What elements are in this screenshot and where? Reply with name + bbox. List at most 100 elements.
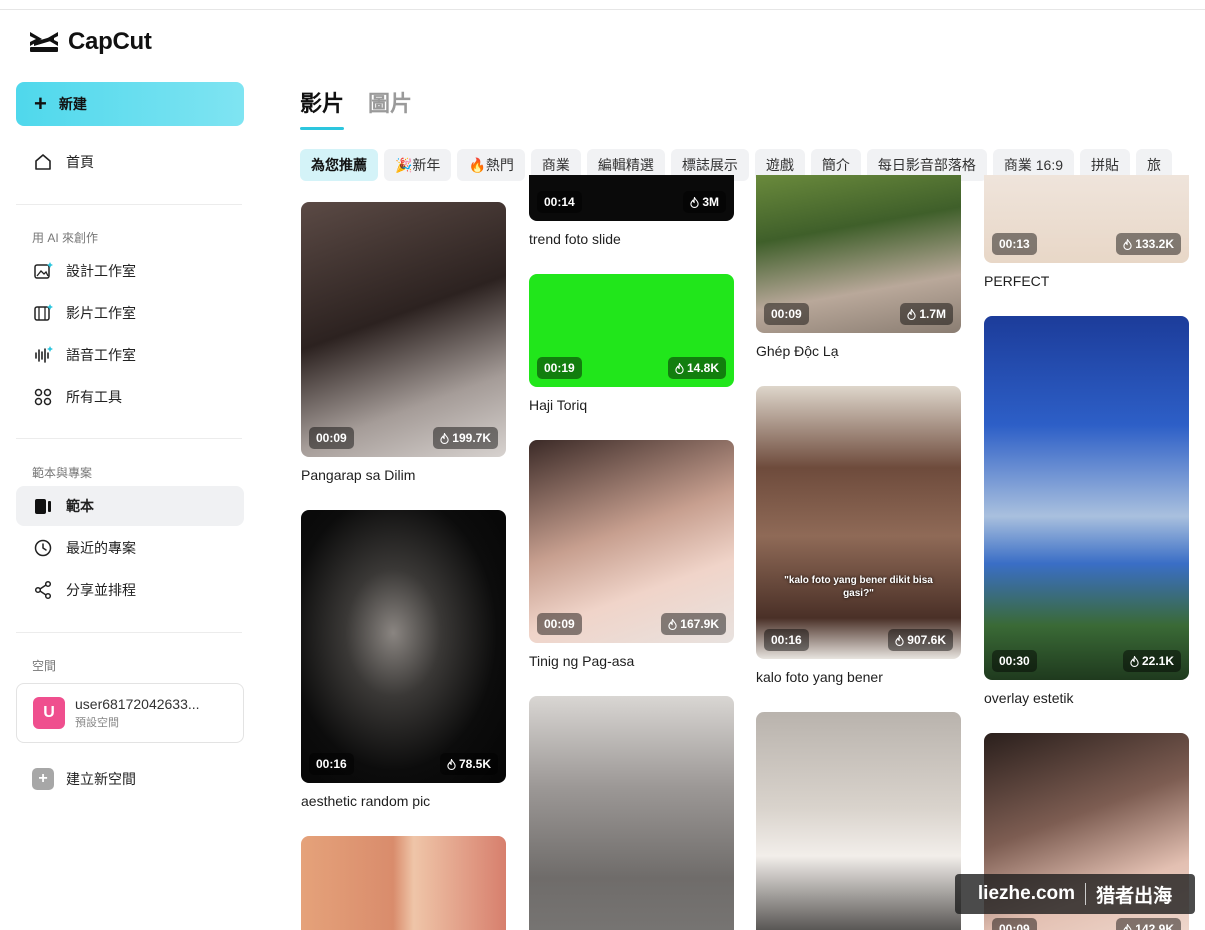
capcut-logo[interactable]: CapCut xyxy=(28,28,152,56)
duration-badge: 00:09 xyxy=(992,918,1037,930)
sidebar-item-label: 分享並排程 xyxy=(66,582,136,598)
section-label-space: 空間 xyxy=(32,659,57,673)
popularity-count: 78.5K xyxy=(458,757,491,771)
duration-badge: 00:14 xyxy=(537,191,582,213)
sidebar-item-label: 最近的專案 xyxy=(66,540,136,556)
logo-text: CapCut xyxy=(68,28,152,55)
popularity-count: 199.7K xyxy=(452,431,491,445)
capcut-logo-icon xyxy=(30,32,58,52)
popularity-count: 907.6K xyxy=(907,633,946,647)
duration-badge: 00:09 xyxy=(309,427,354,449)
template-thumbnail[interactable] xyxy=(756,712,961,930)
template-thumbnail[interactable]: 00:09 1.7M xyxy=(756,175,961,333)
template-thumbnail[interactable]: 00:30 22.1K xyxy=(984,316,1189,680)
sidebar-item-create-space[interactable]: + 建立新空間 xyxy=(16,759,244,799)
image-sparkle-icon xyxy=(32,260,54,282)
template-card[interactable]: "kalo foto yang bener dikit bisa gasi?" 0… xyxy=(756,386,961,685)
template-thumbnail[interactable]: 00:09 199.7K xyxy=(301,202,506,457)
sidebar-item-share-schedule[interactable]: 分享並排程 xyxy=(16,570,244,610)
template-card[interactable]: 00:09 1.7M Ghép Độc Lạ xyxy=(756,175,961,359)
template-card[interactable]: 00:16 78.5K aesthetic random pic xyxy=(301,510,506,809)
template-thumbnail[interactable]: 00:14 3M xyxy=(529,175,734,221)
popularity-badge: 142.9K xyxy=(1116,918,1181,930)
flame-icon xyxy=(1123,238,1132,250)
template-card[interactable]: 00:09 199.7K Pangarap sa Dilim xyxy=(301,202,506,483)
top-border xyxy=(0,0,1205,10)
template-card[interactable] xyxy=(301,836,506,930)
sidebar-item-audio-studio[interactable]: 語音工作室 xyxy=(16,335,244,375)
template-thumbnail[interactable] xyxy=(301,836,506,930)
template-thumbnail[interactable] xyxy=(529,696,734,930)
template-thumbnail[interactable]: 00:13 133.2K xyxy=(984,175,1189,263)
template-card[interactable]: 00:30 22.1K overlay estetik xyxy=(984,316,1189,706)
flame-icon xyxy=(447,758,456,770)
template-thumbnail[interactable]: 00:09 167.9K xyxy=(529,440,734,643)
share-icon xyxy=(32,579,54,601)
sidebar-item-recent-projects[interactable]: 最近的專案 xyxy=(16,528,244,568)
popularity-count: 3M xyxy=(702,195,719,209)
divider xyxy=(16,632,242,633)
template-title[interactable]: Pangarap sa Dilim xyxy=(301,467,506,483)
watermark-right: 猎者出海 xyxy=(1096,885,1173,907)
sidebar-item-home[interactable]: 首頁 xyxy=(16,142,244,182)
template-card[interactable]: 00:13 133.2K PERFECT xyxy=(984,175,1189,289)
category-chip[interactable]: 為您推薦 xyxy=(300,149,378,181)
sidebar: CapCut + 新建 首頁 用 AI 來創作 設計工作室 影片工作室 語音工作… xyxy=(0,10,260,930)
template-card[interactable]: 00:19 14.8K Haji Toriq xyxy=(529,274,734,413)
sidebar-item-label: 設計工作室 xyxy=(66,263,136,279)
tab-image[interactable]: 圖片 xyxy=(368,86,412,130)
popularity-count: 1.7M xyxy=(919,307,946,321)
new-button[interactable]: + 新建 xyxy=(16,82,244,126)
template-title[interactable]: Tinig ng Pag-asa xyxy=(529,653,734,669)
template-title[interactable]: overlay estetik xyxy=(984,690,1189,706)
flame-icon xyxy=(1123,923,1132,930)
new-button-label: 新建 xyxy=(58,96,87,112)
popularity-badge: 3M xyxy=(683,191,726,213)
sidebar-item-video-studio[interactable]: 影片工作室 xyxy=(16,293,244,333)
sidebar-item-templates[interactable]: 範本 xyxy=(16,486,244,526)
template-card[interactable] xyxy=(529,696,734,930)
film-sparkle-icon xyxy=(32,302,54,324)
sidebar-item-label: 建立新空間 xyxy=(66,771,136,787)
divider xyxy=(16,204,242,205)
popularity-badge: 14.8K xyxy=(667,357,726,379)
popularity-count: 167.9K xyxy=(680,617,719,631)
section-label-ai: 用 AI 來創作 xyxy=(32,231,99,245)
template-title[interactable]: Ghép Độc Lạ xyxy=(756,343,961,359)
category-chip[interactable]: 🔥熱門 xyxy=(457,149,525,181)
plus-icon: + xyxy=(34,91,47,116)
space-card[interactable]: U user68172042633... 預設空間 xyxy=(16,683,244,743)
sidebar-item-label: 影片工作室 xyxy=(66,305,136,321)
flame-icon xyxy=(668,618,677,630)
category-chip[interactable]: 🎉新年 xyxy=(384,149,452,181)
popularity-badge: 199.7K xyxy=(433,427,498,449)
sidebar-item-label: 語音工作室 xyxy=(66,347,136,363)
flame-icon xyxy=(675,362,684,374)
template-thumbnail[interactable]: 00:19 14.8K xyxy=(529,274,734,387)
template-title[interactable]: aesthetic random pic xyxy=(301,793,506,809)
popularity-count: 14.8K xyxy=(686,361,719,375)
template-title[interactable]: Haji Toriq xyxy=(529,397,734,413)
sidebar-item-design-studio[interactable]: 設計工作室 xyxy=(16,251,244,291)
popularity-badge: 78.5K xyxy=(439,753,498,775)
media-type-tabs: 影片 圖片 xyxy=(300,86,412,130)
template-thumbnail[interactable]: "kalo foto yang bener dikit bisa gasi?" 0… xyxy=(756,386,961,659)
template-card[interactable] xyxy=(756,712,961,930)
sidebar-item-all-tools[interactable]: 所有工具 xyxy=(16,377,244,417)
template-thumbnail[interactable]: 00:16 78.5K xyxy=(301,510,506,783)
popularity-badge: 167.9K xyxy=(661,613,726,635)
space-subtitle: 預設空間 xyxy=(75,717,119,729)
template-title[interactable]: trend foto slide xyxy=(529,231,734,247)
template-card[interactable]: 00:14 3M trend foto slide xyxy=(529,175,734,247)
popularity-count: 133.2K xyxy=(1135,237,1174,251)
template-card[interactable]: 00:09 167.9K Tinig ng Pag-asa xyxy=(529,440,734,669)
watermark: liezhe.com 猎者出海 xyxy=(955,874,1195,914)
avatar: U xyxy=(33,697,65,729)
tab-video[interactable]: 影片 xyxy=(300,86,345,130)
template-title[interactable]: PERFECT xyxy=(984,273,1189,289)
duration-badge: 00:09 xyxy=(764,303,809,325)
duration-badge: 00:13 xyxy=(992,233,1037,255)
watermark-separator xyxy=(1085,883,1087,905)
template-title[interactable]: kalo foto yang bener xyxy=(756,669,961,685)
sidebar-item-label: 首頁 xyxy=(66,154,94,170)
